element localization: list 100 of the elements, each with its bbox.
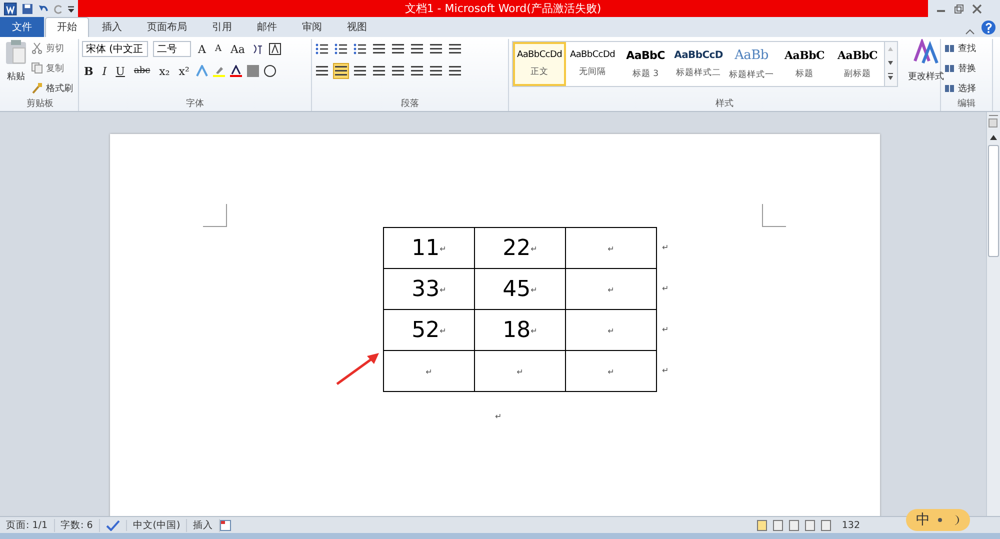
table-cell: 33↵ bbox=[384, 268, 474, 310]
table-cell: ↵ bbox=[384, 350, 474, 392]
corner-mark bbox=[762, 204, 786, 227]
table-cell: 22↵ bbox=[474, 228, 566, 268]
paragraph-mark: ↵ bbox=[495, 412, 502, 421]
style-item[interactable]: AaBbCcDd 无间隔 bbox=[566, 42, 619, 86]
ribbon-tab[interactable]: 引用 bbox=[200, 17, 244, 37]
style-item[interactable]: AaBb 标题样式一 bbox=[725, 42, 778, 86]
group-label: 编辑 bbox=[956, 98, 976, 111]
font-size-field[interactable]: 二号 bbox=[153, 41, 191, 57]
language-indicator[interactable]: 中文(中国) bbox=[126, 518, 188, 532]
highlight-icon[interactable] bbox=[213, 65, 226, 77]
style-item[interactable]: AaBbCcDd 正文 bbox=[513, 42, 566, 86]
page-count[interactable]: 页面: 1/1 bbox=[0, 518, 55, 532]
customize-icon[interactable] bbox=[68, 4, 74, 14]
row-end-mark: ↵ bbox=[662, 366, 669, 375]
ribbon-tab[interactable]: 页面布局 bbox=[135, 17, 199, 37]
grow-font-button[interactable]: A bbox=[196, 42, 208, 56]
help-icon[interactable] bbox=[981, 20, 996, 35]
underline-button[interactable]: U bbox=[114, 64, 127, 78]
restore-icon[interactable] bbox=[954, 4, 964, 14]
save-icon[interactable] bbox=[22, 2, 33, 14]
zoom-level[interactable]: 132 bbox=[842, 520, 860, 530]
select-button[interactable]: 选择 bbox=[958, 82, 976, 94]
close-icon[interactable] bbox=[972, 4, 982, 14]
word-logo-icon[interactable] bbox=[4, 2, 17, 16]
group-label: 样式 bbox=[714, 98, 734, 111]
style-name: 标题样式一 bbox=[729, 68, 774, 80]
center-icon[interactable] bbox=[334, 64, 348, 78]
print-layout-icon[interactable] bbox=[756, 520, 768, 530]
style-preview: AaBbCcDd bbox=[516, 50, 562, 60]
font-name-field[interactable]: 宋体 (中文正 bbox=[82, 41, 148, 57]
italic-button[interactable]: I bbox=[100, 64, 109, 78]
row-end-mark: ↵ bbox=[662, 325, 669, 334]
style-item[interactable]: AaBbC 标题 3 bbox=[619, 42, 672, 86]
cut-button[interactable]: 剪切 bbox=[46, 42, 64, 54]
minimize-ribbon-icon[interactable] bbox=[965, 27, 975, 37]
font-color-icon[interactable] bbox=[230, 65, 242, 77]
style-preview: AaBbCcD bbox=[674, 50, 723, 60]
change-styles-icon[interactable] bbox=[913, 39, 939, 65]
ribbon-tab[interactable]: 开始 bbox=[45, 17, 89, 37]
table-cell: 45↵ bbox=[474, 268, 566, 310]
row-end-mark: ↵ bbox=[662, 243, 669, 252]
group-label: 字体 bbox=[185, 98, 205, 111]
align-left-icon[interactable] bbox=[315, 64, 329, 78]
scissors-icon bbox=[31, 42, 43, 54]
corner-mark bbox=[203, 204, 227, 227]
style-name: 正文 bbox=[530, 66, 548, 78]
ribbon-tab[interactable]: 插入 bbox=[90, 17, 134, 37]
enclose-icon[interactable] bbox=[264, 65, 276, 77]
draft-icon[interactable] bbox=[820, 520, 832, 530]
change-styles-button[interactable]: 更改样式 bbox=[908, 67, 944, 85]
web-layout-icon[interactable] bbox=[788, 520, 800, 530]
group-label: 剪贴板 bbox=[26, 98, 54, 111]
table-cell: ↵ bbox=[474, 350, 566, 392]
table-cell: 11↵ bbox=[384, 228, 474, 268]
copy-button[interactable]: 复制 bbox=[46, 62, 64, 74]
bullets-icon[interactable] bbox=[315, 42, 329, 56]
window-title: 文档1 - Microsoft Word(产品激活失败) bbox=[404, 1, 602, 16]
strikethrough-button[interactable]: abc bbox=[132, 66, 152, 76]
proofing-icon[interactable] bbox=[106, 520, 120, 530]
style-item[interactable]: AaBbC 标题 bbox=[778, 42, 831, 86]
scroll-up-icon[interactable] bbox=[989, 133, 998, 141]
style-item[interactable]: AaBbCcD 标题样式二 bbox=[672, 42, 725, 86]
table-cell: ↵ bbox=[566, 310, 656, 350]
subscript-button[interactable]: x₂ bbox=[157, 64, 172, 78]
ribbon-tab[interactable]: 邮件 bbox=[245, 17, 289, 37]
paste-button[interactable]: 粘贴 bbox=[7, 67, 25, 85]
style-name: 标题样式二 bbox=[676, 66, 721, 78]
table-cell: ↵ bbox=[566, 350, 656, 392]
table-cell: ↵ bbox=[566, 228, 656, 268]
brush-icon bbox=[31, 82, 43, 94]
style-preview: AaBbC bbox=[626, 48, 665, 62]
punctuation-icon[interactable] bbox=[936, 516, 944, 524]
word-count[interactable]: 字数: 6 bbox=[54, 518, 100, 532]
table-cell: ↵ bbox=[566, 268, 656, 310]
style-preview: AaBbCcDd bbox=[570, 50, 616, 60]
enclose-character-icon[interactable] bbox=[268, 43, 281, 55]
find-button[interactable]: 查找 bbox=[958, 42, 976, 54]
ribbon-tab[interactable]: 文件 bbox=[0, 16, 44, 37]
ime-toolbar[interactable]: 中 bbox=[906, 509, 970, 531]
superscript-button[interactable]: x² bbox=[176, 64, 192, 78]
shrink-font-button[interactable]: A bbox=[212, 44, 224, 54]
macro-icon[interactable] bbox=[220, 520, 232, 530]
scrollbar-thumb[interactable] bbox=[988, 145, 999, 257]
format-painter-button[interactable]: 格式刷 bbox=[46, 82, 73, 94]
ribbon-tab[interactable]: 视图 bbox=[335, 17, 379, 37]
style-item[interactable]: AaBbC 副标题 bbox=[831, 42, 884, 86]
table-cell: 18↵ bbox=[474, 310, 566, 350]
style-name: 副标题 bbox=[844, 68, 871, 80]
ime-mode[interactable]: 中 bbox=[916, 511, 930, 529]
style-name: 标题 3 bbox=[632, 68, 659, 80]
ribbon-tab[interactable]: 审阅 bbox=[290, 17, 334, 37]
bold-button[interactable]: B bbox=[82, 64, 96, 78]
replace-button[interactable]: 替换 bbox=[958, 62, 976, 74]
change-case-button[interactable]: Aa bbox=[228, 42, 247, 56]
reading-view-icon[interactable] bbox=[772, 520, 784, 530]
style-preview: AaBbC bbox=[838, 48, 878, 62]
outline-icon[interactable] bbox=[804, 520, 816, 530]
style-name: 标题 bbox=[796, 68, 814, 80]
